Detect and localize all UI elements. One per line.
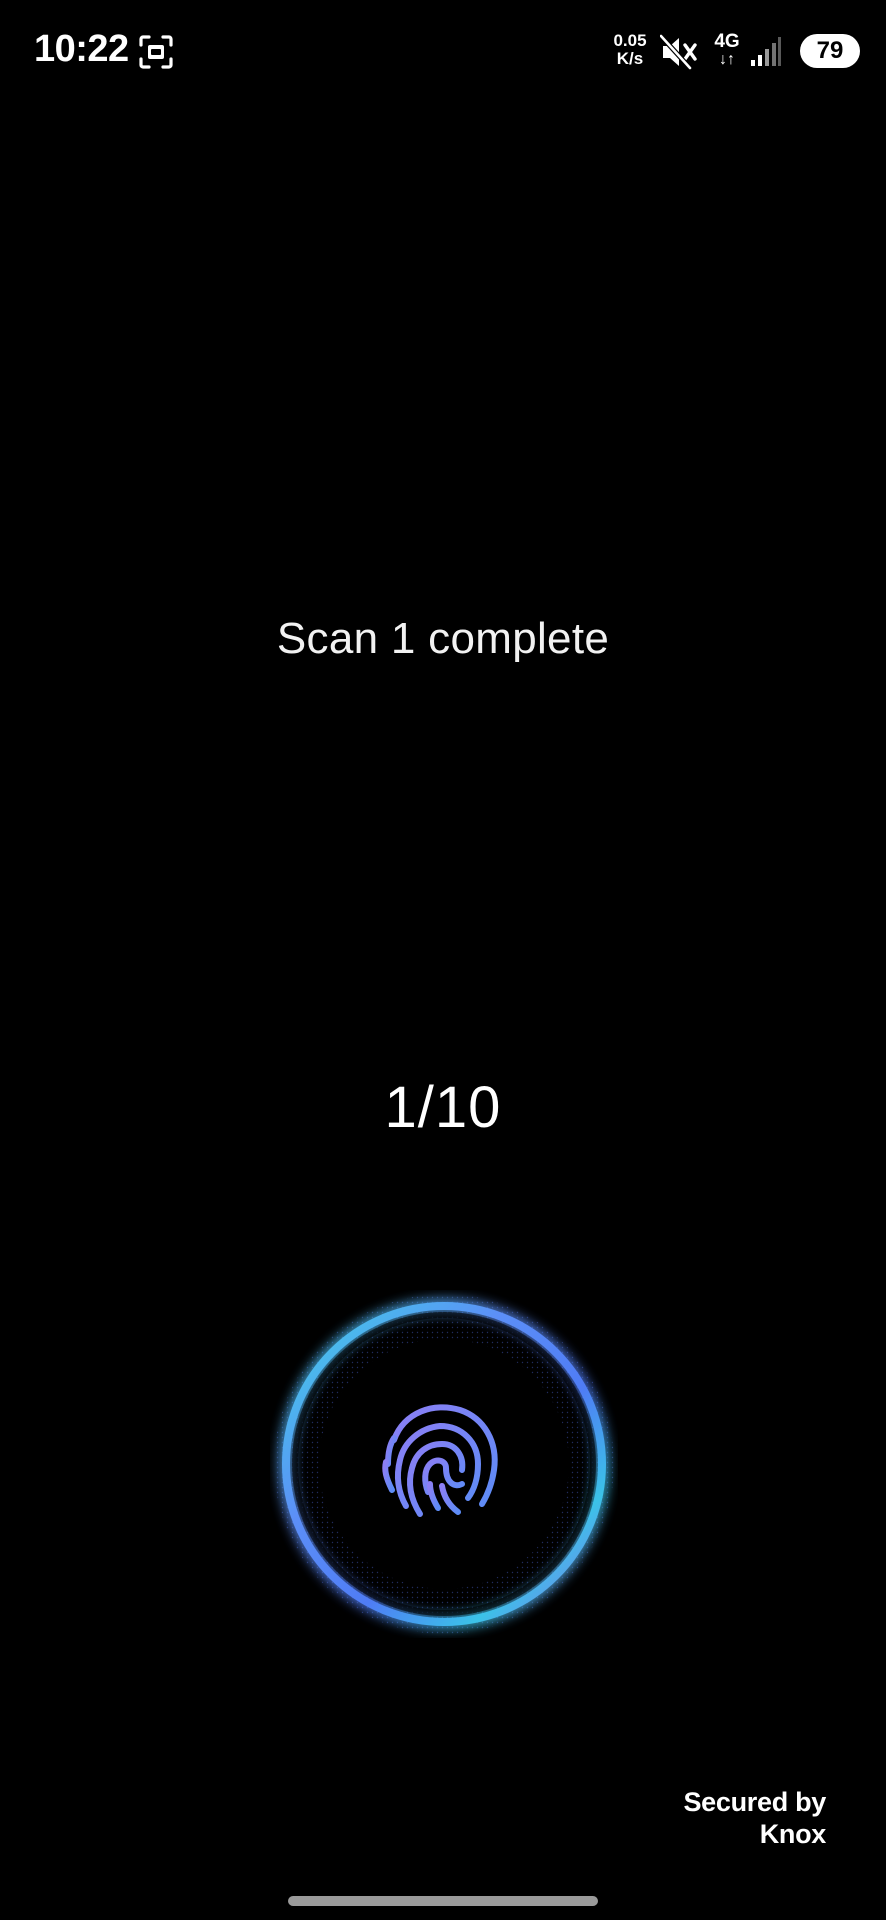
signal-icon (750, 36, 782, 68)
scan-status-message: Scan 1 complete (276, 614, 610, 663)
status-bar: 10:22 0.05 K/s 4G ↓↑ 79 (0, 0, 886, 100)
secured-by-knox: Secured by Knox (683, 1786, 826, 1850)
network-speed: 0.05 K/s (605, 32, 655, 68)
status-time: 10:22 (34, 28, 129, 70)
battery-indicator: 79 (800, 34, 860, 68)
knox-brand: Knox (759, 1819, 827, 1849)
network-speed-unit: K/s (616, 49, 644, 68)
screenshot-icon (138, 34, 174, 70)
network-activity-arrows: ↓↑ (719, 51, 735, 68)
secured-by-label: Secured by (683, 1787, 826, 1817)
network-type: 4G ↓↑ (712, 32, 742, 68)
scan-progress-counter: 1/10 (384, 1075, 502, 1140)
mute-icon (659, 34, 700, 70)
network-type-label: 4G (714, 31, 740, 52)
fingerprint-icon (380, 1398, 504, 1522)
network-speed-value: 0.05 (613, 31, 647, 50)
fingerprint-enrollment-screen: 10:22 0.05 K/s 4G ↓↑ 79 Scan 1 complete … (0, 0, 886, 1920)
home-indicator-bar[interactable] (288, 1896, 598, 1906)
